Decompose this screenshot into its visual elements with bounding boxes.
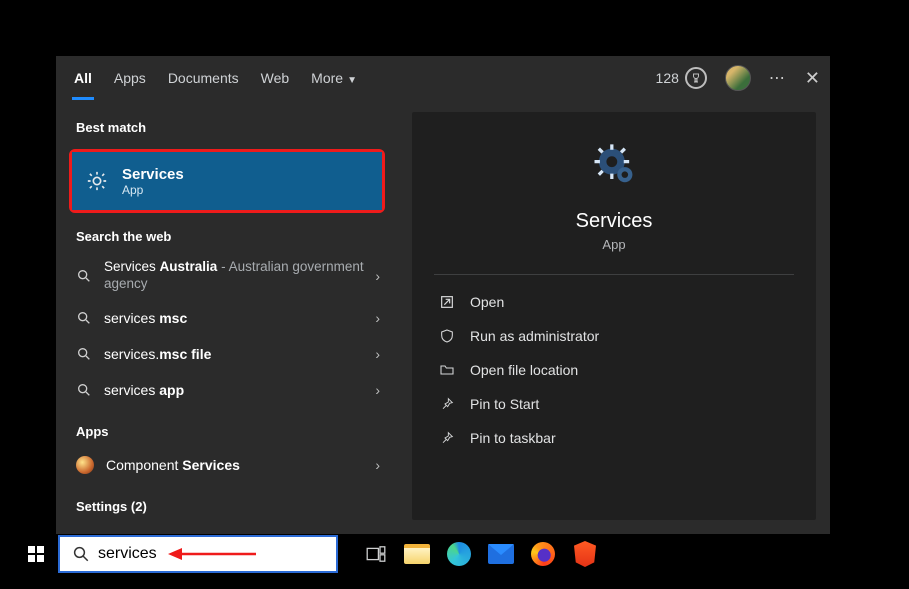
app-result-label: Component Services xyxy=(106,457,378,473)
action-pin-to-taskbar[interactable]: Pin to taskbar xyxy=(434,421,794,455)
action-open-file-location[interactable]: Open file location xyxy=(434,353,794,387)
task-view-button[interactable] xyxy=(356,534,396,574)
web-result[interactable]: services app › xyxy=(56,372,398,408)
divider xyxy=(434,274,794,275)
folder-icon xyxy=(438,362,456,378)
chevron-right-icon[interactable]: › xyxy=(375,457,380,473)
services-icon xyxy=(86,170,108,192)
taskbar-app-firefox[interactable] xyxy=(526,534,560,574)
web-result[interactable]: services msc › xyxy=(56,300,398,336)
chevron-right-icon[interactable]: › xyxy=(375,268,380,284)
tab-all[interactable]: All xyxy=(74,66,92,90)
taskbar-app-brave[interactable] xyxy=(568,534,602,574)
app-result-pre: Component xyxy=(106,457,182,473)
web-result[interactable]: Services Australia - Australian governme… xyxy=(56,252,398,300)
tab-web[interactable]: Web xyxy=(261,66,290,90)
search-icon xyxy=(76,382,92,398)
apps-section-label: Apps xyxy=(56,408,398,447)
search-icon xyxy=(76,268,92,284)
open-icon xyxy=(438,294,456,310)
web-result-pre: services xyxy=(104,382,159,398)
app-result-component-services[interactable]: Component Services › xyxy=(56,447,398,483)
action-open[interactable]: Open xyxy=(434,285,794,319)
windows-search-panel: All Apps Documents Web More ▼ 128 ⋯ ✕ Bes… xyxy=(56,56,830,534)
search-icon xyxy=(76,310,92,326)
action-pin-start-label: Pin to Start xyxy=(470,396,539,412)
file-explorer-icon xyxy=(404,544,430,564)
chevron-right-icon[interactable]: › xyxy=(375,310,380,326)
preview-subtitle: App xyxy=(434,237,794,252)
taskbar-search-input[interactable] xyxy=(98,545,324,563)
action-open-label: Open xyxy=(470,294,504,310)
tab-more[interactable]: More ▼ xyxy=(311,66,357,90)
pin-icon xyxy=(438,430,456,446)
account-avatar[interactable] xyxy=(725,65,751,91)
action-pin-taskbar-label: Pin to taskbar xyxy=(470,430,556,446)
best-match-title: Services xyxy=(122,166,184,183)
shield-icon xyxy=(438,328,456,344)
web-result-label: Services Australia - Australian governme… xyxy=(104,259,378,293)
action-run-admin-label: Run as administrator xyxy=(470,328,599,344)
brave-icon xyxy=(574,541,596,567)
tab-more-label: More xyxy=(311,70,343,86)
preview-card: Services App Open Run as administrator xyxy=(412,112,816,520)
web-result-label: services msc xyxy=(104,310,378,326)
web-result-label: services.msc file xyxy=(104,346,378,362)
action-pin-to-start[interactable]: Pin to Start xyxy=(434,387,794,421)
web-result-label: services app xyxy=(104,382,378,398)
search-web-label: Search the web xyxy=(56,213,398,252)
settings-section-label[interactable]: Settings (2) xyxy=(56,483,398,522)
pin-icon xyxy=(438,396,456,412)
web-result-accent: msc xyxy=(159,310,187,326)
search-tabs-bar: All Apps Documents Web More ▼ 128 ⋯ ✕ xyxy=(56,56,830,100)
results-column: Best match Services App Search the web xyxy=(56,100,398,534)
web-result-pre: services xyxy=(104,310,159,326)
task-view-icon xyxy=(366,546,386,562)
best-match-texts: Services App xyxy=(122,166,184,197)
action-run-as-administrator[interactable]: Run as administrator xyxy=(434,319,794,353)
annotation-highlight: Services App xyxy=(69,149,385,213)
start-button[interactable] xyxy=(14,534,58,574)
more-options-icon[interactable]: ⋯ xyxy=(769,68,787,88)
web-result-pre: services. xyxy=(104,346,159,362)
web-result-accent: app xyxy=(159,382,184,398)
services-large-icon xyxy=(588,140,640,192)
trophy-icon xyxy=(685,67,707,89)
best-match-label: Best match xyxy=(56,104,398,143)
preview-column: Services App Open Run as administrator xyxy=(398,100,830,534)
rewards-points-value: 128 xyxy=(656,70,679,86)
app-result-accent: Services xyxy=(182,457,240,473)
web-result-accent: Australia xyxy=(160,259,218,274)
preview-title: Services xyxy=(434,210,794,233)
tab-apps[interactable]: Apps xyxy=(114,66,146,90)
search-icon xyxy=(76,346,92,362)
taskbar-app-file-explorer[interactable] xyxy=(400,534,434,574)
web-result-accent: msc file xyxy=(159,346,211,362)
mail-icon xyxy=(488,544,514,564)
taskbar xyxy=(14,534,891,574)
rewards-points[interactable]: 128 xyxy=(656,67,707,89)
action-open-file-location-label: Open file location xyxy=(470,362,578,378)
close-icon[interactable]: ✕ xyxy=(805,68,820,89)
web-result-pre: Services xyxy=(104,259,160,274)
chevron-right-icon[interactable]: › xyxy=(375,346,380,362)
taskbar-search-box[interactable] xyxy=(58,535,338,573)
chevron-right-icon[interactable]: › xyxy=(375,382,380,398)
search-icon xyxy=(72,545,90,563)
edge-icon xyxy=(447,542,471,566)
taskbar-app-edge[interactable] xyxy=(442,534,476,574)
search-panel-body: Best match Services App Search the web xyxy=(56,100,830,534)
tab-documents[interactable]: Documents xyxy=(168,66,239,90)
taskbar-app-mail[interactable] xyxy=(484,534,518,574)
best-match-result[interactable]: Services App xyxy=(72,152,382,210)
chevron-down-icon: ▼ xyxy=(347,75,357,86)
firefox-icon xyxy=(531,542,555,566)
top-right-controls: 128 ⋯ ✕ xyxy=(656,56,820,100)
component-services-icon xyxy=(76,456,94,474)
web-result[interactable]: services.msc file › xyxy=(56,336,398,372)
best-match-subtitle: App xyxy=(122,183,184,197)
taskbar-pinned-apps xyxy=(400,534,602,574)
windows-logo-icon xyxy=(28,546,44,562)
